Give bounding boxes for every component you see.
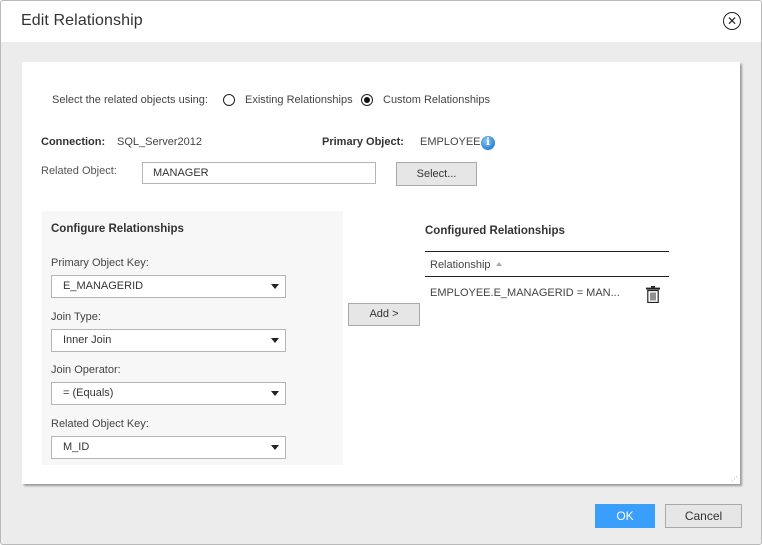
- chevron-down-icon: [271, 391, 279, 396]
- radio-existing-relationships-label[interactable]: Existing Relationships: [245, 94, 353, 106]
- add-button[interactable]: Add >: [348, 303, 420, 326]
- relationship-panel: Select the related objects using: Existi…: [22, 62, 740, 484]
- radio-custom-relationships[interactable]: [361, 94, 373, 106]
- chevron-down-icon: [271, 284, 279, 289]
- related-object-input[interactable]: MANAGER: [142, 162, 376, 184]
- configured-relationships-title: Configured Relationships: [425, 225, 565, 237]
- radio-existing-relationships[interactable]: [223, 94, 235, 106]
- related-object-key-select[interactable]: M_ID: [51, 436, 286, 459]
- related-object-label: Related Object:: [41, 165, 117, 177]
- cancel-button[interactable]: Cancel: [665, 504, 742, 528]
- dialog-title: Edit Relationship: [21, 12, 143, 29]
- related-object-key-label: Related Object Key:: [51, 418, 149, 430]
- join-operator-label: Join Operator:: [51, 364, 121, 376]
- connection-label: Connection:: [41, 136, 106, 148]
- join-operator-select[interactable]: = (Equals): [51, 382, 286, 405]
- ok-button[interactable]: OK: [595, 504, 655, 528]
- table-header-rule: [425, 276, 669, 277]
- configure-relationships-section: Configure Relationships Primary Object K…: [42, 211, 343, 465]
- connection-value: SQL_Server2012: [117, 136, 202, 148]
- close-icon: ✕: [726, 14, 738, 28]
- radio-custom-relationships-label[interactable]: Custom Relationships: [383, 94, 490, 106]
- info-icon[interactable]: i: [481, 136, 495, 150]
- column-header-label: Relationship: [430, 259, 491, 271]
- primary-object-key-label: Primary Object Key:: [51, 257, 149, 269]
- select-button[interactable]: Select...: [396, 162, 477, 186]
- table-row[interactable]: EMPLOYEE.E_MANAGERID = MAN...: [425, 280, 669, 306]
- relationship-cell: EMPLOYEE.E_MANAGERID = MAN...: [430, 287, 620, 299]
- primary-object-label: Primary Object:: [322, 136, 404, 148]
- join-type-select[interactable]: Inner Join: [51, 329, 286, 352]
- resize-grip-icon[interactable]: ⋰: [731, 476, 738, 483]
- edit-relationship-dialog: Edit Relationship ✕ Select the related o…: [0, 0, 762, 545]
- sort-ascending-icon: [495, 262, 502, 266]
- chevron-down-icon: [271, 445, 279, 450]
- trash-icon[interactable]: [646, 286, 660, 303]
- chevron-down-icon: [271, 338, 279, 343]
- close-button[interactable]: ✕: [723, 12, 741, 30]
- join-operator-value: = (Equals): [63, 387, 114, 399]
- join-type-label: Join Type:: [51, 311, 101, 323]
- configure-relationships-title: Configure Relationships: [51, 223, 184, 235]
- join-type-value: Inner Join: [63, 334, 112, 346]
- selection-label: Select the related objects using:: [52, 94, 208, 106]
- table-top-rule: [425, 251, 669, 252]
- column-header-relationship[interactable]: Relationship: [430, 259, 502, 271]
- primary-object-key-select[interactable]: E_MANAGERID: [51, 275, 286, 298]
- related-object-key-value: M_ID: [63, 441, 90, 453]
- primary-object-key-value: E_MANAGERID: [63, 280, 144, 292]
- primary-object-value: EMPLOYEE: [420, 136, 481, 148]
- dialog-titlebar: Edit Relationship ✕: [1, 1, 761, 42]
